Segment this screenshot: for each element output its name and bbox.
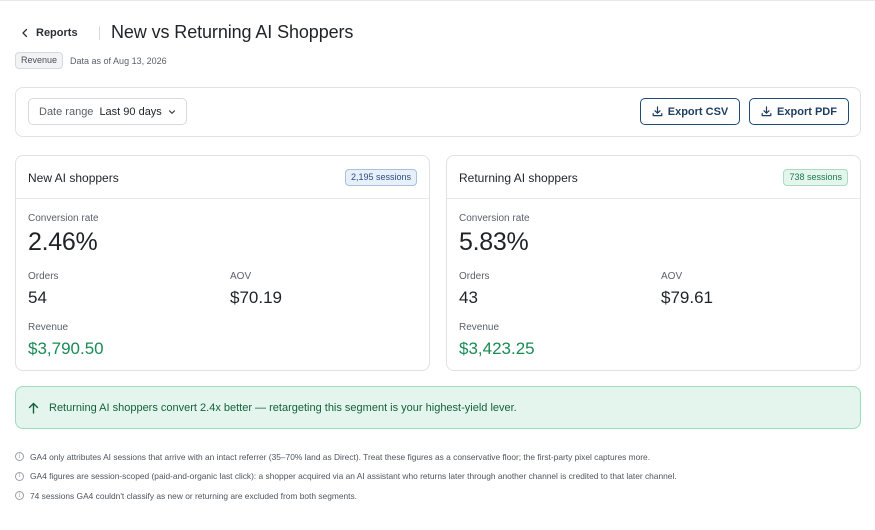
data-as-of: Data as of Aug 13, 2026 [70, 55, 167, 66]
info-icon: i [15, 452, 24, 462]
export-csv-button[interactable]: Export CSV [640, 98, 740, 125]
download-icon [761, 106, 772, 117]
new-shoppers-card: New AI shoppers 2,195 sessions Conversio… [15, 155, 430, 371]
orders-value: 43 [459, 288, 478, 307]
report-meta: Revenue Data as of Aug 13, 2026 [15, 52, 167, 69]
insight-callout: Returning AI shoppers convert 2.4x bette… [15, 386, 861, 429]
aov-label: AOV [230, 271, 252, 282]
revenue-value: $3,790.50 [28, 339, 104, 358]
aov-label: AOV [661, 271, 683, 282]
back-to-reports-link[interactable]: Reports [20, 27, 78, 39]
conversion-rate-label: Conversion rate [459, 213, 530, 224]
date-range-label: Date range [39, 105, 94, 118]
card-header: New AI shoppers 2,195 sessions [16, 156, 429, 199]
back-label[interactable]: Reports [36, 27, 78, 39]
card-title: New AI shoppers [28, 171, 119, 185]
chevron-left-icon [22, 28, 28, 38]
download-icon [652, 106, 663, 117]
header: Reports [20, 23, 100, 43]
aov-value: $70.19 [230, 288, 282, 307]
date-range-select[interactable]: Date range Last 90 days [28, 98, 187, 125]
sessions-badge: 2,195 sessions [344, 169, 417, 186]
card-header: Returning AI shoppers 738 sessions [447, 156, 860, 199]
orders-label: Orders [28, 271, 59, 282]
footnote-text: GA4 figures are session-scoped (paid-and… [30, 471, 677, 482]
page-title: New vs Returning AI Shoppers [111, 22, 354, 42]
footnote-text: GA4 only attributes AI sessions that arr… [30, 451, 651, 462]
export-pdf-label: Export PDF [777, 105, 837, 118]
revenue-label: Revenue [459, 322, 500, 333]
card-title: Returning AI shoppers [459, 171, 578, 185]
export-csv-label: Export CSV [667, 105, 729, 118]
arrow-up-icon [28, 402, 39, 414]
export-pdf-button[interactable]: Export PDF [749, 98, 849, 125]
callout-text: Returning AI shoppers convert 2.4x bette… [49, 401, 517, 414]
footnote: i GA4 only attributes AI sessions that a… [15, 447, 677, 467]
conversion-rate-value: 2.46% [28, 228, 98, 256]
conversion-rate-value: 5.83% [459, 228, 529, 256]
footnote-text: 74 sessions GA4 couldn't classify as new… [30, 490, 357, 501]
sessions-badge: 738 sessions [783, 169, 848, 186]
aov-value: $79.61 [661, 288, 713, 307]
revenue-value: $3,423.25 [459, 339, 535, 358]
info-icon: i [15, 471, 24, 481]
orders-value: 54 [28, 288, 47, 307]
date-range-value: Last 90 days [99, 105, 162, 118]
footnote: i 74 sessions GA4 couldn't classify as n… [15, 486, 677, 506]
footnote: i GA4 figures are session-scoped (paid-a… [15, 467, 677, 487]
category-tag: Revenue [15, 52, 64, 69]
info-icon: i [15, 491, 24, 501]
header-divider [98, 26, 100, 40]
chevron-down-icon [168, 110, 176, 114]
returning-shoppers-card: Returning AI shoppers 738 sessions Conve… [446, 155, 861, 371]
toolbar: Date range Last 90 days Export CSV Expor… [15, 87, 861, 137]
footnotes: i GA4 only attributes AI sessions that a… [15, 447, 677, 506]
conversion-rate-label: Conversion rate [28, 213, 99, 224]
revenue-label: Revenue [28, 322, 69, 333]
orders-label: Orders [459, 271, 490, 282]
